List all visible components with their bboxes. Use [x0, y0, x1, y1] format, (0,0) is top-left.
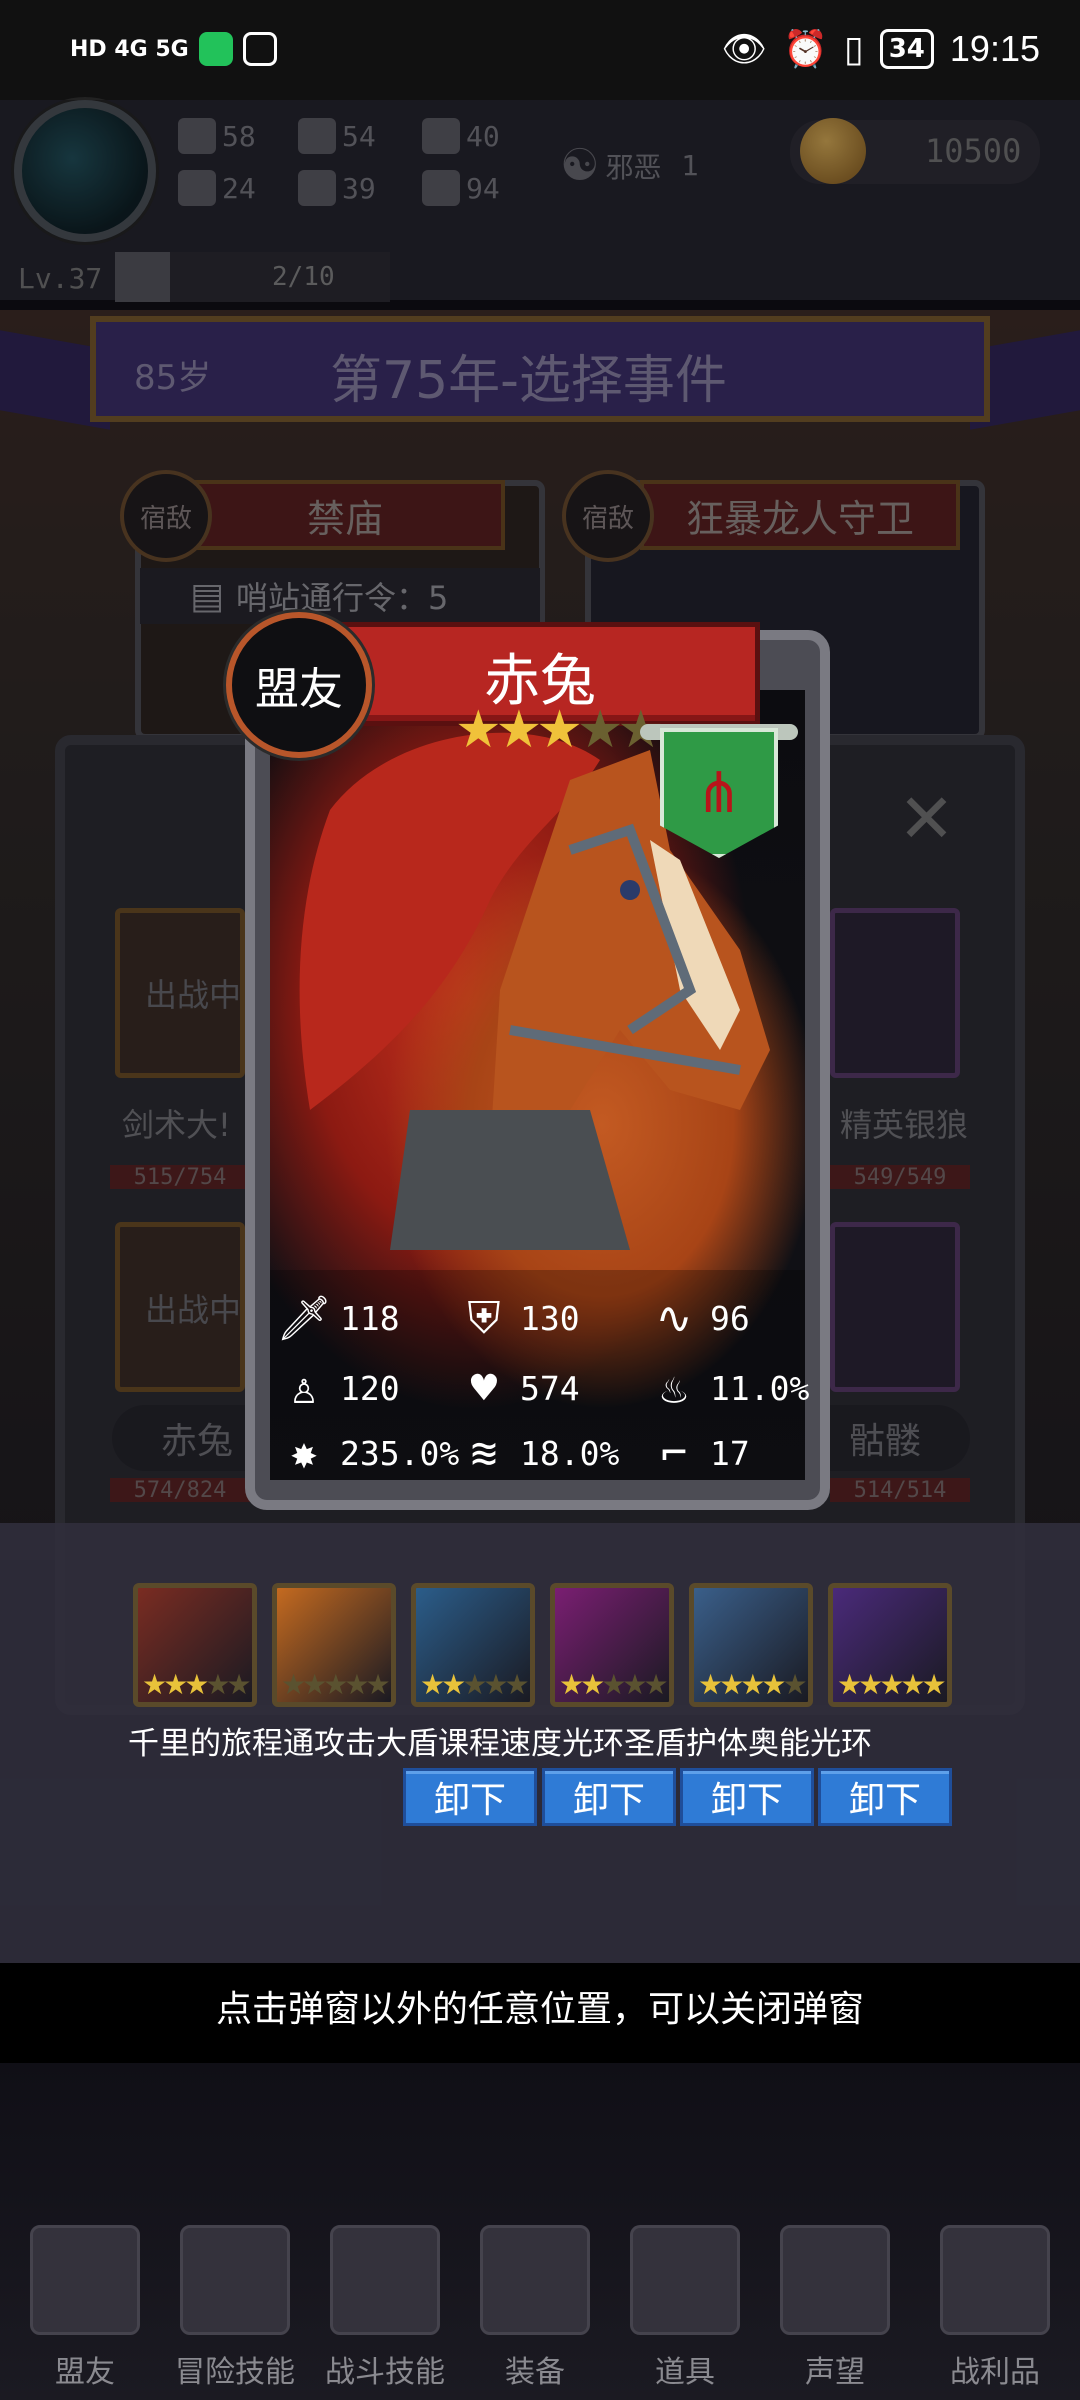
crossed-swords-icon — [480, 2225, 590, 2335]
wechat-icon — [198, 32, 233, 66]
ally-stat-7: ✸ 235.0% — [278, 1427, 459, 1479]
book-icon — [180, 2225, 290, 2335]
skill-slot-6[interactable]: ★★★★★ — [828, 1583, 952, 1707]
ally-stat-value: 118 — [340, 1298, 400, 1338]
boot-icon: ⌐ — [660, 1427, 688, 1479]
close-hint: 点击弹窗以外的任意位置，可以关闭弹窗 — [215, 1989, 864, 2030]
vibrate-icon: ▯ — [843, 28, 864, 70]
skill-name-1: 千里的旅程 — [128, 1726, 283, 1762]
chat-icon — [242, 32, 277, 66]
sword-icon: 🗡 — [276, 1293, 332, 1344]
ally-stat-2: ⛨ 130 — [458, 1292, 580, 1344]
ally-stat-value: 574 — [520, 1368, 580, 1408]
skill-name-5: 圣盾护体 — [624, 1726, 748, 1762]
handshake-icon — [30, 2225, 140, 2335]
unequip-button-4[interactable]: 卸下 — [818, 1768, 952, 1826]
ally-stat-value: 120 — [340, 1368, 400, 1408]
nav-label: 道具 — [655, 2355, 715, 2390]
ally-type-badge: 盟友 — [226, 612, 372, 758]
skill-slot-5[interactable]: ★★★★★ — [689, 1583, 813, 1707]
whip-icon: ∿ — [655, 1292, 693, 1344]
ally-stat-4: ♙ 120 — [278, 1362, 400, 1414]
skill-stars: ★★★★★ — [698, 1668, 808, 1701]
skill-slot-2[interactable]: ★★★★★ — [272, 1583, 396, 1707]
nav-item-3[interactable]: 战斗技能 — [310, 2225, 460, 2391]
eye-icon: 👁 — [721, 29, 768, 70]
nav-item-6[interactable]: 声望 — [760, 2225, 910, 2391]
scroll-icon — [780, 2225, 890, 2335]
ally-stat-1: 🗡 118 — [276, 1292, 400, 1344]
nav-item-4[interactable]: 装备 — [460, 2225, 610, 2391]
satchel-icon — [630, 2225, 740, 2335]
skill-name-3: 大盾课程 — [376, 1726, 500, 1762]
ally-stat-value: 235.0% — [340, 1433, 460, 1473]
ally-stat-5: ♥ 574 — [458, 1362, 580, 1414]
backpack-icon — [330, 2225, 440, 2335]
skill-stars: ★★★★★ — [837, 1668, 947, 1701]
unequip-button-2[interactable]: 卸下 — [542, 1768, 676, 1826]
ally-star-rating: ★★★★★ — [455, 700, 664, 760]
status-bar: HD 4G 5G 👁 ⏰ ▯ 34 19:15 — [0, 0, 1080, 100]
ally-stat-6: ♨ 11.0% — [648, 1362, 810, 1414]
skill-name-2: 通攻击 — [283, 1726, 376, 1762]
skill-name-6: 奥能光环 — [748, 1726, 872, 1762]
nav-label: 冒险技能 — [175, 2355, 295, 2390]
skill-slot-4[interactable]: ★★★★★ — [550, 1583, 674, 1707]
nav-label: 盟友 — [55, 2355, 115, 2390]
nav-label: 装备 — [505, 2355, 565, 2390]
ally-stat-value: 17 — [710, 1433, 750, 1473]
ally-stat-value: 96 — [710, 1298, 750, 1338]
nav-label: 战斗技能 — [325, 2355, 445, 2390]
chest-icon — [940, 2225, 1050, 2335]
heart-icon: ♥ — [470, 1362, 498, 1414]
tornado-icon: ≋ — [470, 1427, 498, 1479]
alarm-icon: ⏰ — [783, 29, 828, 70]
burst-icon: ✸ — [290, 1427, 318, 1479]
clock: 19:15 — [949, 28, 1040, 69]
skill-name-4: 速度光环 — [500, 1726, 624, 1762]
skill-slot-3[interactable]: ★★★★★ — [411, 1583, 535, 1707]
skill-stars: ★★★★★ — [142, 1668, 252, 1701]
skill-stars: ★★★★★ — [281, 1668, 391, 1701]
nav-item-7[interactable]: 战利品 — [920, 2225, 1070, 2391]
network-indicators: HD 4G 5G — [70, 32, 277, 66]
network-label: HD 4G 5G — [70, 36, 189, 62]
shield-icon: ⛨ — [467, 1292, 501, 1344]
skill-slot-1[interactable]: ★★★★★ — [133, 1583, 257, 1707]
unequip-button-1[interactable]: 卸下 — [403, 1768, 537, 1826]
skill-stars: ★★★★★ — [559, 1668, 669, 1701]
battery-indicator: 34 — [879, 29, 934, 69]
nav-label: 声望 — [805, 2355, 865, 2390]
nav-item-1[interactable]: 盟友 — [10, 2225, 160, 2391]
ally-stat-3: ∿ 96 — [648, 1292, 750, 1344]
status-right: 👁 ⏰ ▯ 34 19:15 — [721, 28, 1040, 70]
nav-item-5[interactable]: 道具 — [610, 2225, 760, 2391]
ally-stat-9: ⌐ 17 — [648, 1427, 750, 1479]
ally-stat-value: 11.0% — [710, 1368, 810, 1408]
nav-label: 战利品 — [950, 2355, 1040, 2390]
ally-stat-8: ≋ 18.0% — [458, 1427, 620, 1479]
ally-stat-value: 18.0% — [520, 1433, 620, 1473]
ally-stat-value: 130 — [520, 1298, 580, 1338]
skill-names: 千里的旅程通攻击大盾课程速度光环圣盾护体奥能光环 — [128, 1718, 872, 1763]
flame-icon: ♨ — [660, 1362, 688, 1414]
hood-icon: ♙ — [290, 1362, 318, 1414]
skill-stars: ★★★★★ — [420, 1668, 530, 1701]
unequip-button-3[interactable]: 卸下 — [680, 1768, 814, 1826]
nav-item-2[interactable]: 冒险技能 — [160, 2225, 310, 2391]
